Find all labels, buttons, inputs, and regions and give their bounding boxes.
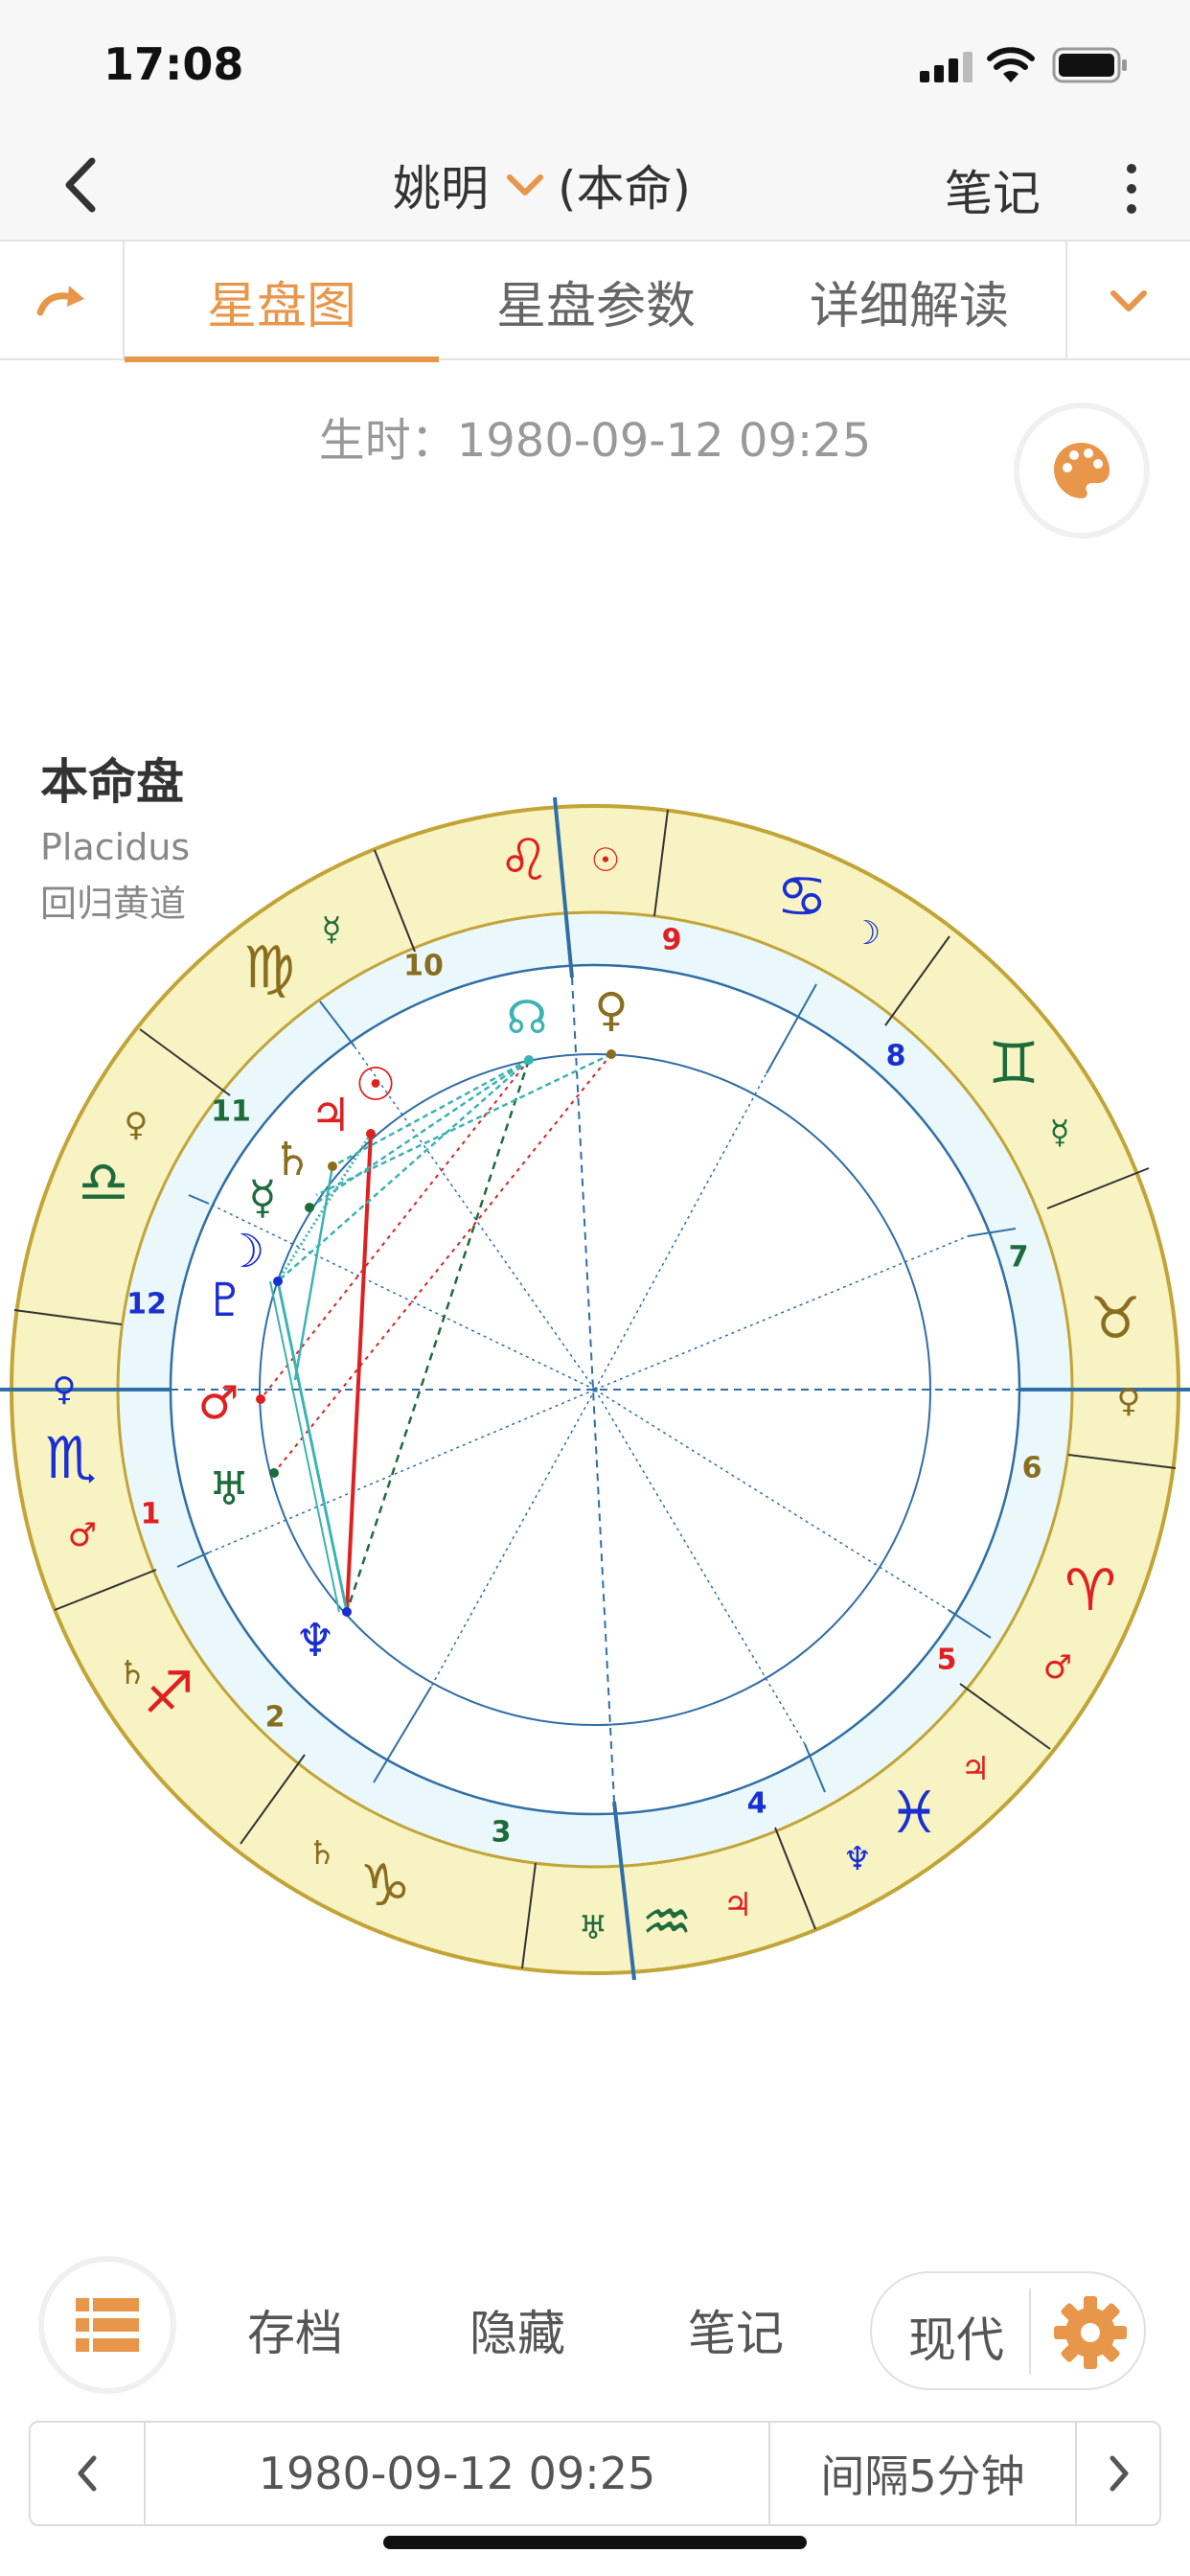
sign-ruler-icon: ♅ <box>579 1909 607 1947</box>
date-display[interactable]: 1980-09-12 09:25 <box>146 2423 770 2524</box>
chevron-left-icon <box>78 2455 97 2492</box>
nav-bar: 姚明 (本命) 笔记 <box>0 134 1190 240</box>
list-icon <box>76 2298 139 2352</box>
sign-capricorn: ♑ <box>359 1852 411 1920</box>
house-number-5: 5 <box>937 1644 957 1677</box>
sign-ruler-icon: ♃ <box>961 1750 990 1788</box>
status-time: 17:08 <box>103 38 244 90</box>
prev-time-button[interactable] <box>31 2423 146 2524</box>
battery-icon <box>1052 47 1127 83</box>
birth-time: 生时：1980-09-12 09:25 <box>318 414 872 468</box>
planet-pluto-icon: ♇ <box>204 1274 245 1327</box>
interval-selector[interactable]: 间隔5分钟 <box>770 2423 1077 2524</box>
sign-pisces: ♓ <box>888 1780 940 1847</box>
natal-chart-wheel[interactable]: ♌♋♊♉♈♓♒♑♐♏♎♍ ☉☽☿♀♂♃♆♃♅♄♄♂♀♀☿ 12345678910… <box>0 786 1190 2012</box>
redo-icon <box>36 286 84 316</box>
sign-ruler-icon: ♂ <box>1043 1648 1072 1687</box>
sign-aries: ♈ <box>1064 1557 1116 1624</box>
planet-venus-icon: ♀ <box>594 983 628 1037</box>
house-number-8: 8 <box>886 1040 906 1073</box>
mode-selector[interactable]: 现代 <box>870 2271 1146 2390</box>
wifi-icon <box>987 47 1035 82</box>
redo-button[interactable] <box>0 242 125 360</box>
more-icon[interactable] <box>1117 155 1146 222</box>
planet-sun-icon: ☉ <box>355 1058 396 1112</box>
list-view-button[interactable] <box>44 2262 171 2388</box>
status-bar: 17:08 <box>0 0 1190 134</box>
sign-ruler-icon: ☿ <box>322 910 342 949</box>
sign-taurus: ♉ <box>1089 1285 1141 1352</box>
planet-moon-icon: ☽ <box>223 1225 264 1278</box>
planet-mars-icon: ♂ <box>197 1376 239 1430</box>
house-number-7: 7 <box>1009 1241 1029 1275</box>
palette-icon <box>1054 443 1110 498</box>
sign-leo: ♌ <box>498 827 550 894</box>
tab-bar: 星盘图 星盘参数 详细解读 <box>0 240 1190 362</box>
sign-cancer: ♋ <box>776 863 828 931</box>
sign-scorpio: ♏ <box>45 1425 97 1492</box>
owner-name: 姚明 <box>393 161 489 217</box>
planet-mercury-icon: ☿ <box>248 1171 276 1225</box>
back-button[interactable] <box>50 151 117 218</box>
sign-ruler-icon: ☉ <box>591 841 620 880</box>
sign-sagittarius: ♐ <box>143 1660 195 1727</box>
sign-ruler-icon: ♄ <box>308 1834 336 1873</box>
sign-ruler-icon: ♄ <box>118 1654 147 1692</box>
mode-divider <box>1029 2288 1031 2375</box>
tab-reading[interactable]: 详细解读 <box>753 242 1065 360</box>
sign-libra: ♎ <box>78 1149 129 1216</box>
house-number-11: 11 <box>211 1095 251 1129</box>
archive-button[interactable]: 存档 <box>247 2295 343 2364</box>
sign-ruler-icon: ☿ <box>1050 1114 1070 1152</box>
house-number-1: 1 <box>141 1498 161 1531</box>
notes-button[interactable]: 笔记 <box>945 155 1041 224</box>
chart-owner-selector[interactable]: 姚明 (本命) <box>393 151 691 218</box>
house-number-10: 10 <box>403 950 444 983</box>
chevron-down-icon <box>1110 290 1147 311</box>
planet-neptune-icon: ♆ <box>294 1614 335 1668</box>
signal-icon <box>920 52 973 82</box>
planet-north-node-icon: ☊ <box>507 991 548 1045</box>
mode-label: 现代 <box>908 2312 1004 2368</box>
planet-saturn-icon: ♄ <box>271 1133 312 1186</box>
sign-aquarius: ♒ <box>641 1889 693 1956</box>
planet-uranus-icon: ♅ <box>208 1462 249 1516</box>
date-stepper: 1980-09-12 09:25 间隔5分钟 <box>29 2421 1161 2526</box>
sign-ruler-icon: ♃ <box>723 1886 752 1924</box>
sign-ruler-icon: ♀ <box>125 1106 149 1144</box>
tab-params[interactable]: 星盘参数 <box>439 242 753 360</box>
house-number-2: 2 <box>265 1701 286 1735</box>
house-number-12: 12 <box>126 1288 167 1322</box>
house-number-4: 4 <box>747 1787 767 1821</box>
gear-icon[interactable] <box>1050 2292 1131 2373</box>
sign-ruler-icon: ♆ <box>843 1840 872 1878</box>
sign-ruler-icon: ♂ <box>68 1516 97 1554</box>
palette-button[interactable] <box>1019 408 1144 533</box>
next-time-button[interactable] <box>1077 2423 1161 2524</box>
sign-ruler-icon: ☽ <box>852 914 881 953</box>
sign-gemini: ♊ <box>988 1030 1040 1097</box>
sign-ruler-icon: ♀ <box>53 1370 77 1409</box>
house-number-3: 3 <box>492 1816 512 1850</box>
sign-ruler-icon: ♀ <box>1117 1382 1141 1420</box>
house-number-9: 9 <box>662 924 682 957</box>
house-number-6: 6 <box>1022 1452 1042 1485</box>
home-indicator <box>383 2536 807 2549</box>
hide-button[interactable]: 隐藏 <box>469 2295 565 2364</box>
chart-kind: (本命) <box>558 161 692 217</box>
planet-jupiter-icon: ♃ <box>309 1089 351 1142</box>
sign-virgo: ♍ <box>243 934 295 1001</box>
chevron-down-icon <box>507 174 543 196</box>
tabs-expand-button[interactable] <box>1065 242 1190 360</box>
tab-chart[interactable]: 星盘图 <box>125 242 439 362</box>
chevron-right-icon <box>1110 2455 1129 2492</box>
notes-toolbar-button[interactable]: 笔记 <box>688 2295 784 2364</box>
